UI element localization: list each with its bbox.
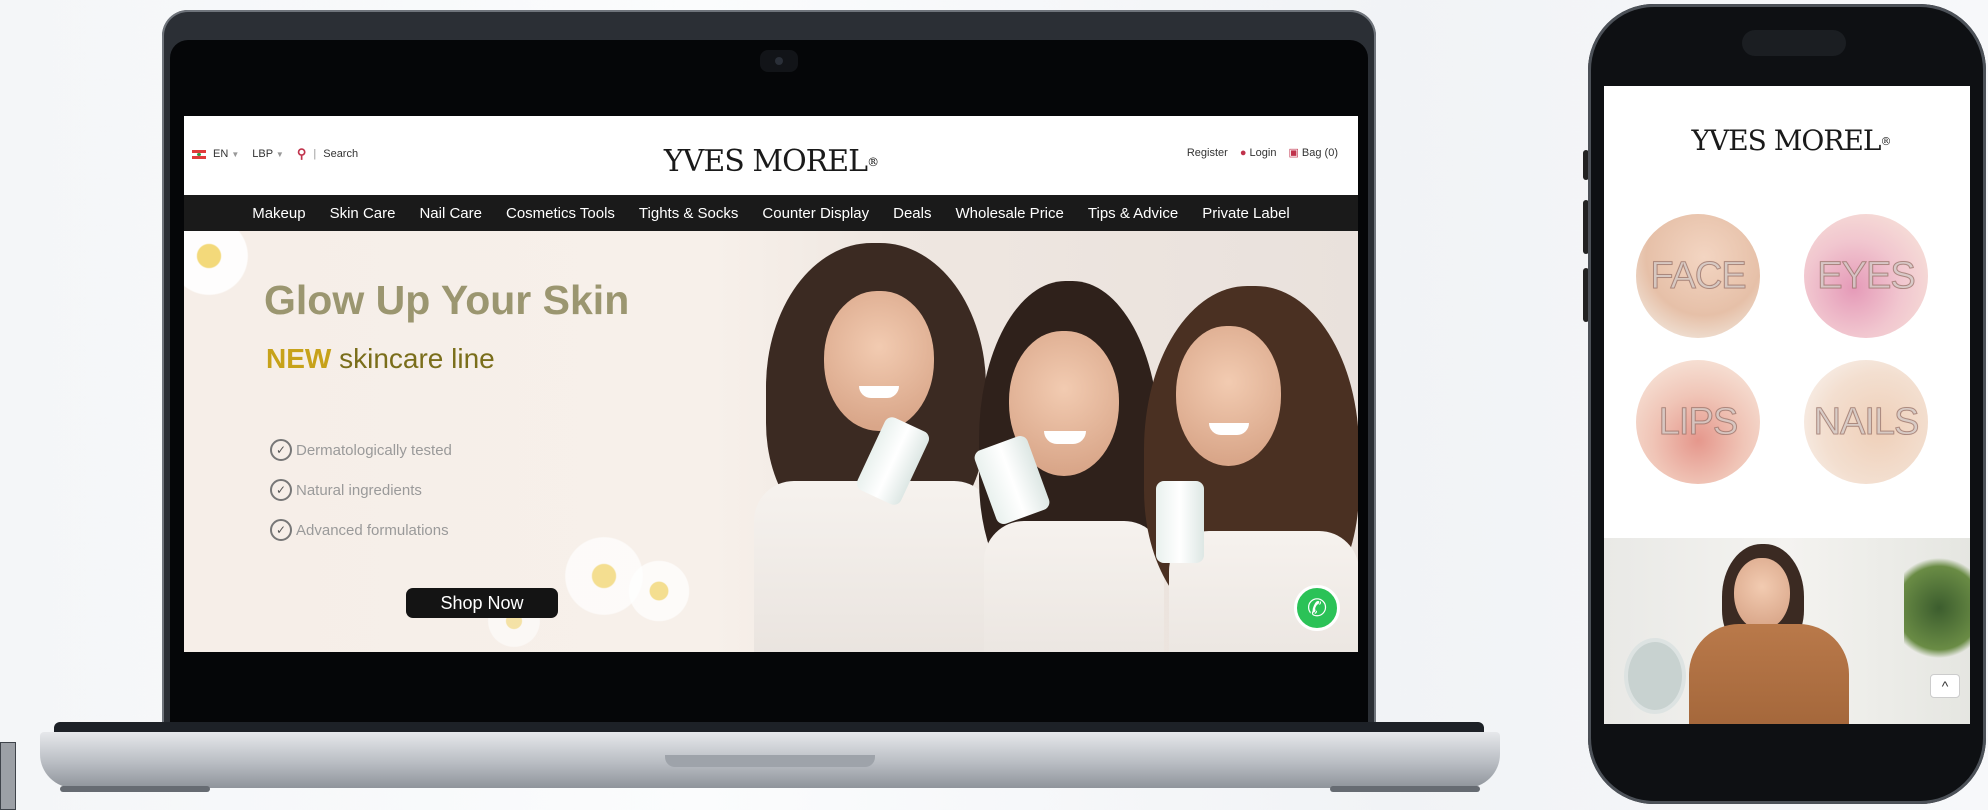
mobile-website: YVES MOREL® FACE EYES LIPS NAILS ^ [1604,86,1970,724]
shop-now-button[interactable]: Shop Now [406,588,558,618]
search-icon[interactable]: ⚲ [297,146,307,162]
model-smile [1209,423,1249,435]
nav-item-nail-care[interactable]: Nail Care [419,205,482,222]
main-navigation: Makeup Skin Care Nail Care Cosmetics Too… [184,195,1358,231]
search-divider: | [313,148,317,160]
bag-label: Bag (0) [1301,147,1338,159]
feature-label: Dermatologically tested [296,441,452,459]
mobile-lifestyle-photo: ^ [1604,538,1970,724]
mirror-decoration [1624,638,1686,714]
laptop-camera [760,50,798,72]
lebanon-flag-icon [192,149,206,159]
desktop-website: EN ▼ LBP ▼ ⚲ | Search YVES MOREL® Regist… [184,116,1358,652]
nav-item-counter-display[interactable]: Counter Display [762,205,869,222]
language-selector[interactable]: EN ▼ [213,148,239,160]
laptop-foot-left [60,786,210,792]
login-link[interactable]: ● Login [1240,147,1277,159]
currency-value: LBP [252,148,273,160]
hero-models-photo [754,231,1358,652]
chevron-down-icon: ▼ [275,150,284,159]
model-face [1734,558,1790,630]
header-left-tools: EN ▼ LBP ▼ ⚲ | Search [192,146,358,162]
feature-label: Natural ingredients [296,481,422,499]
hero-subtitle-rest: skincare line [339,343,495,374]
checkmark-icon: ✓ [270,479,292,501]
laptop-foot-right [1330,786,1480,792]
checkmark-icon: ✓ [270,439,292,461]
plant-decoration [1904,548,1970,668]
category-label: LIPS [1658,400,1738,443]
feature-item: ✓ Natural ingredients [270,479,422,501]
daisy-decoration [624,556,694,626]
register-link[interactable]: Register [1187,147,1228,159]
category-lips[interactable]: LIPS [1636,360,1760,484]
nav-item-tights-socks[interactable]: Tights & Socks [639,205,738,222]
laptop-notch [665,755,875,767]
hero-subtitle: NEW skincare line [266,343,495,375]
model-smile [859,386,899,398]
feature-label: Advanced formulations [296,521,449,539]
search-link[interactable]: Search [323,148,358,160]
nav-item-skin-care[interactable]: Skin Care [330,205,396,222]
mobile-site-logo[interactable]: YVES MOREL® [1660,104,1920,171]
hero-banner[interactable]: Glow Up Your Skin NEW skincare line ✓ Der… [184,231,1358,652]
category-eyes[interactable]: EYES [1804,214,1928,338]
model-face [824,291,934,431]
product-bottle [1156,481,1204,563]
hero-title: Glow Up Your Skin [264,277,630,323]
bag-icon: ▣ [1288,147,1299,159]
chevron-up-icon: ^ [1941,678,1949,694]
feature-item: ✓ Dermatologically tested [270,439,452,461]
header-account-links: Register ● Login ▣ Bag (0) [1187,146,1338,160]
category-nails[interactable]: NAILS [1804,360,1928,484]
category-label: EYES [1817,254,1916,297]
whatsapp-icon[interactable]: ✆ [1294,585,1340,631]
category-label: NAILS [1813,400,1920,443]
daisy-decoration [184,231,254,301]
category-label: FACE [1650,254,1747,297]
nav-item-tips-advice[interactable]: Tips & Advice [1088,205,1178,222]
scroll-to-top-button[interactable]: ^ [1930,674,1960,698]
corner-marker [0,742,16,810]
nav-item-cosmetics-tools[interactable]: Cosmetics Tools [506,205,615,222]
site-header: EN ▼ LBP ▼ ⚲ | Search YVES MOREL® Regist… [184,116,1358,195]
nav-item-wholesale-price[interactable]: Wholesale Price [955,205,1063,222]
chevron-down-icon: ▼ [231,150,240,159]
nav-item-deals[interactable]: Deals [893,205,931,222]
mobile-logo-text: YVES MOREL [1691,124,1882,157]
category-face[interactable]: FACE [1636,214,1760,338]
language-value: EN [213,148,229,160]
registered-mark: ® [867,155,879,169]
registered-mark: ® [1880,135,1891,148]
model-body [984,521,1164,652]
nav-item-private-label[interactable]: Private Label [1202,205,1290,222]
user-icon: ● [1239,146,1247,159]
checkmark-icon: ✓ [270,519,292,541]
bag-link[interactable]: ▣ Bag (0) [1288,146,1338,159]
model-smile [1044,431,1086,444]
login-label: Login [1249,146,1277,159]
model-sweater [1689,624,1849,724]
hero-new-label: NEW [266,343,332,374]
model-face [1176,326,1281,466]
logo-text: YVES MOREL [663,144,868,179]
site-logo[interactable]: YVES MOREL® [640,124,900,184]
nav-item-makeup[interactable]: Makeup [252,205,305,222]
feature-item: ✓ Advanced formulations [270,519,449,541]
phone-dynamic-island [1742,30,1846,56]
model-body [754,481,994,652]
currency-selector[interactable]: LBP ▼ [252,148,284,160]
